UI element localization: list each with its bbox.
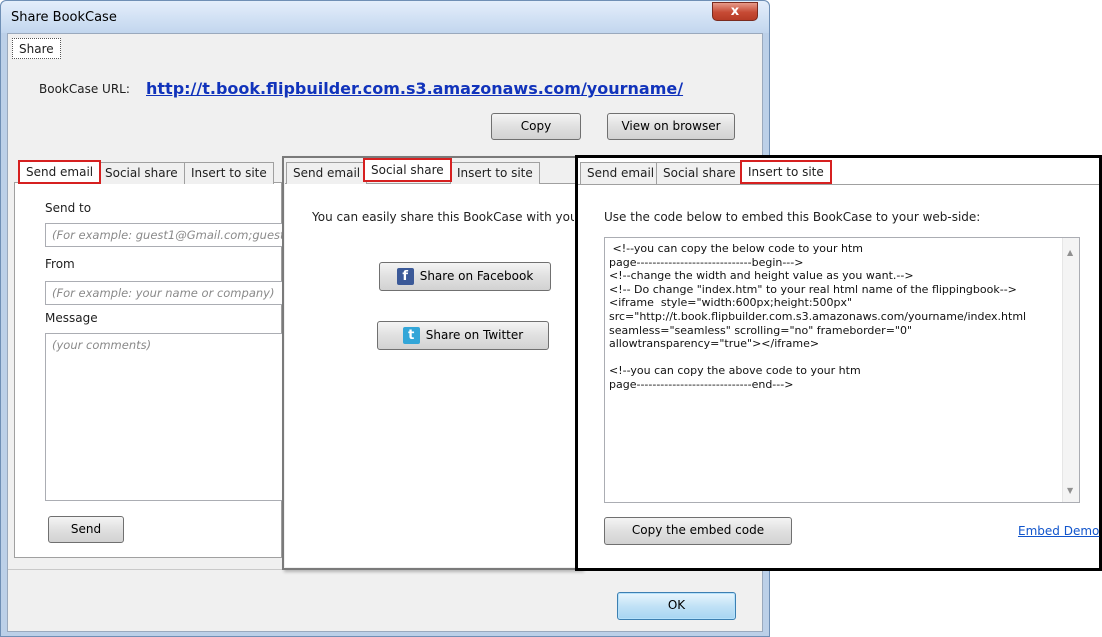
ok-button[interactable]: OK	[617, 592, 736, 620]
tab-send-email[interactable]: Send email	[18, 160, 102, 184]
tab-social-share[interactable]: Social share	[656, 162, 743, 184]
embed-code-textarea[interactable]: <!--you can copy the below code to your …	[604, 237, 1080, 503]
tab-send-email[interactable]: Send email	[286, 162, 368, 184]
tab-send-email-label: Send email	[293, 166, 361, 180]
share-on-twitter-button[interactable]: t Share on Twitter	[377, 321, 549, 350]
embed-intro: Use the code below to embed this BookCas…	[604, 210, 981, 224]
tab-share-label: Share	[19, 42, 54, 56]
view-on-browser-button-label: View on browser	[621, 119, 721, 133]
copy-url-button-label: Copy	[520, 119, 552, 133]
tab-insert-to-site-label: Insert to site	[748, 165, 824, 179]
send-button[interactable]: Send	[48, 516, 124, 543]
embed-demo-link[interactable]: Embed Demo	[1018, 524, 1099, 538]
tab-social-share[interactable]: Social share	[363, 158, 452, 182]
share-on-facebook-button[interactable]: f Share on Facebook	[379, 262, 551, 291]
tab-send-email[interactable]: Send email	[580, 162, 662, 184]
copy-url-button[interactable]: Copy	[491, 113, 581, 140]
bookcase-url-label: BookCase URL:	[39, 82, 130, 96]
scroll-down-icon[interactable]: ▼	[1067, 486, 1073, 495]
tab-insert-to-site-label: Insert to site	[457, 166, 533, 180]
ok-button-label: OK	[667, 598, 686, 612]
tab-social-share-label: Social share	[105, 166, 178, 180]
share-on-twitter-label: Share on Twitter	[425, 328, 524, 342]
bookcase-url-link[interactable]: http://t.book.flipbuilder.com.s3.amazona…	[146, 79, 683, 98]
tab-share[interactable]: Share	[12, 38, 61, 59]
window-title: Share BookCase	[11, 10, 117, 25]
message-textarea[interactable]: (your comments)	[45, 333, 285, 501]
tab-insert-to-site[interactable]: Insert to site	[450, 162, 540, 184]
tab-insert-to-site[interactable]: Insert to site	[740, 160, 832, 184]
send-button-label: Send	[70, 522, 102, 536]
tab-social-share-label: Social share	[663, 166, 736, 180]
message-label: Message	[45, 311, 98, 325]
tab-send-email-label: Send email	[26, 165, 94, 179]
twitter-icon: t	[402, 327, 420, 344]
tab-insert-to-site-label: Insert to site	[191, 166, 267, 180]
send-to-input[interactable]: (For example: guest1@Gmail.com;guest2@Gm…	[45, 223, 285, 247]
copy-embed-code-label: Copy the embed code	[631, 523, 765, 537]
share-on-facebook-label: Share on Facebook	[419, 269, 534, 283]
facebook-icon: f	[396, 268, 414, 285]
send-to-label: Send to	[45, 201, 92, 215]
embed-code-scrollbar[interactable]: ▲ ▼	[1062, 238, 1079, 502]
scroll-up-icon[interactable]: ▲	[1067, 248, 1073, 257]
embed-code-text: <!--you can copy the below code to your …	[609, 242, 1027, 391]
view-on-browser-button[interactable]: View on browser	[607, 113, 735, 140]
close-icon: x	[730, 4, 740, 19]
tab-social-share[interactable]: Social share	[98, 162, 185, 184]
tab-insert-to-site[interactable]: Insert to site	[184, 162, 274, 184]
copy-embed-code-button[interactable]: Copy the embed code	[604, 517, 792, 545]
tab-social-share-label: Social share	[371, 163, 444, 177]
close-button[interactable]: x	[712, 2, 758, 21]
from-input[interactable]: (For example: your name or company)	[45, 281, 285, 305]
tab-send-email-label: Send email	[587, 166, 655, 180]
social-share-intro: You can easily share this BookCase with …	[312, 210, 574, 224]
social-share-panel	[285, 183, 579, 567]
from-label: From	[45, 257, 75, 271]
title-bar: Share BookCase x	[1, 1, 769, 33]
